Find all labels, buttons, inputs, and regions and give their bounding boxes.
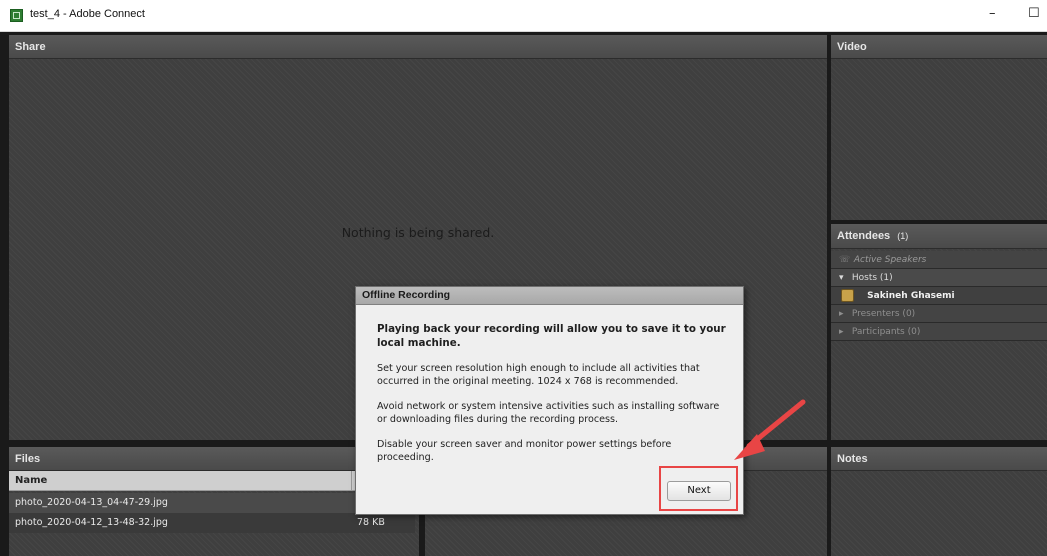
annotation-arrow xyxy=(734,399,806,460)
